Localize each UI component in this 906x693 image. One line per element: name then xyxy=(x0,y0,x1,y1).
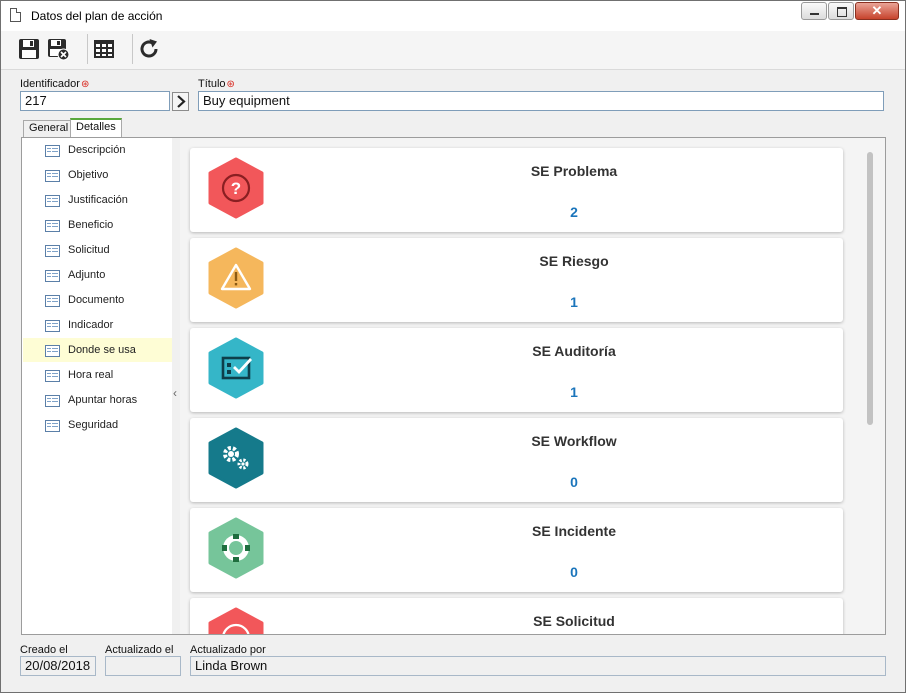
grid-icon xyxy=(94,40,114,58)
usage-cards-panel: ? SE Problema 2 SE Riesgo 1 SE Auditoría… xyxy=(180,138,885,634)
card-se-incidente[interactable]: SE Incidente 0 xyxy=(190,508,843,592)
sidebar-item-justificacion[interactable]: Justificación xyxy=(23,188,172,212)
card-count[interactable]: 1 xyxy=(190,294,843,310)
card-title: SE Problema xyxy=(530,163,618,179)
grid-view-button[interactable] xyxy=(92,37,116,61)
title-bar: Datos del plan de acción ✕ xyxy=(1,1,905,31)
sidebar-item-descripcion[interactable]: Descripción xyxy=(23,138,172,162)
form-icon xyxy=(45,295,60,307)
window: Datos del plan de acción ✕ Identificador… xyxy=(0,0,906,693)
form-icon xyxy=(45,195,60,207)
form-icon xyxy=(45,170,60,182)
card-title: SE Riesgo xyxy=(539,253,609,269)
identifier-label: Identificador⊛ xyxy=(20,78,90,90)
sidebar-item-apuntar-horas[interactable]: Apuntar horas xyxy=(23,388,172,412)
window-title: Datos del plan de acción xyxy=(31,9,163,23)
form-icon xyxy=(45,245,60,257)
sidebar-item-seguridad[interactable]: Seguridad xyxy=(23,413,172,437)
close-button[interactable]: ✕ xyxy=(855,2,899,20)
sidebar-item-solicitud[interactable]: Solicitud xyxy=(23,238,172,262)
created-date-field: 20/08/2018 xyxy=(20,656,96,676)
card-se-auditoria[interactable]: SE Auditoría 1 xyxy=(190,328,843,412)
form-icon xyxy=(45,145,60,157)
required-icon: ⊛ xyxy=(80,79,90,90)
window-controls: ✕ xyxy=(800,2,899,20)
identifier-next-button[interactable] xyxy=(172,92,189,111)
card-se-workflow[interactable]: SE Workflow 0 xyxy=(190,418,843,502)
updated-label: Actualizado el xyxy=(105,644,174,656)
title-label: Título⊛ xyxy=(198,78,235,90)
document-icon xyxy=(10,8,21,22)
vertical-scrollbar[interactable] xyxy=(867,152,873,425)
svg-text:?: ? xyxy=(231,179,241,198)
form-icon xyxy=(45,345,60,357)
created-label: Creado el xyxy=(20,644,68,656)
form-icon xyxy=(45,220,60,232)
sidebar-item-hora-real[interactable]: Hora real xyxy=(23,363,172,387)
tab-general[interactable]: General xyxy=(23,120,75,137)
updated-date-field xyxy=(105,656,181,676)
tab-detalles[interactable]: Detalles xyxy=(70,118,122,137)
toolbar xyxy=(1,31,905,70)
save-and-close-icon xyxy=(48,39,70,61)
toolbar-separator xyxy=(132,34,133,64)
card-title: SE Auditoría xyxy=(532,343,616,359)
updated-by-field: Linda Brown xyxy=(190,656,886,676)
sidebar-item-donde-se-usa[interactable]: Donde se usa xyxy=(23,338,172,362)
minimize-button[interactable] xyxy=(801,2,827,20)
sidebar-item-beneficio[interactable]: Beneficio xyxy=(23,213,172,237)
details-sidebar: Descripción Objetivo Justificación Benef… xyxy=(22,138,172,634)
card-count[interactable]: 2 xyxy=(190,204,843,220)
title-field[interactable]: Buy equipment xyxy=(198,91,884,111)
chevron-right-icon xyxy=(177,95,186,108)
card-title: SE Solicitud xyxy=(533,613,615,629)
refresh-icon xyxy=(140,39,158,58)
identifier-field[interactable]: 217 xyxy=(20,91,170,111)
required-icon: ⊛ xyxy=(226,79,235,90)
sidebar-item-indicador[interactable]: Indicador xyxy=(23,313,172,337)
save-icon xyxy=(19,39,39,59)
card-se-riesgo[interactable]: SE Riesgo 1 xyxy=(190,238,843,322)
refresh-button[interactable] xyxy=(137,37,161,61)
toolbar-separator xyxy=(87,34,88,64)
maximize-button[interactable] xyxy=(828,2,854,20)
card-title: SE Incidente xyxy=(531,523,617,539)
sidebar-splitter[interactable]: ‹ xyxy=(172,138,180,634)
card-se-problema[interactable]: ? SE Problema 2 xyxy=(190,148,843,232)
card-count[interactable]: 1 xyxy=(190,384,843,400)
card-count[interactable]: 0 xyxy=(190,474,843,490)
save-and-close-button[interactable] xyxy=(46,37,70,61)
sidebar-item-adjunto[interactable]: Adjunto xyxy=(23,263,172,287)
card-count[interactable]: 0 xyxy=(190,564,843,580)
card-se-solicitud[interactable]: SE Solicitud xyxy=(190,598,843,634)
save-button[interactable] xyxy=(17,37,41,61)
details-panel: Descripción Objetivo Justificación Benef… xyxy=(21,137,886,635)
form-icon xyxy=(45,420,60,432)
form-icon xyxy=(45,370,60,382)
form-icon xyxy=(45,395,60,407)
updated-by-label: Actualizado por xyxy=(190,644,266,656)
card-title: SE Workflow xyxy=(531,433,617,449)
sidebar-item-documento[interactable]: Documento xyxy=(23,288,172,312)
form-icon xyxy=(45,320,60,332)
form-icon xyxy=(45,270,60,282)
sidebar-item-objetivo[interactable]: Objetivo xyxy=(23,163,172,187)
collapse-chevron-icon[interactable]: ‹ xyxy=(173,386,177,400)
